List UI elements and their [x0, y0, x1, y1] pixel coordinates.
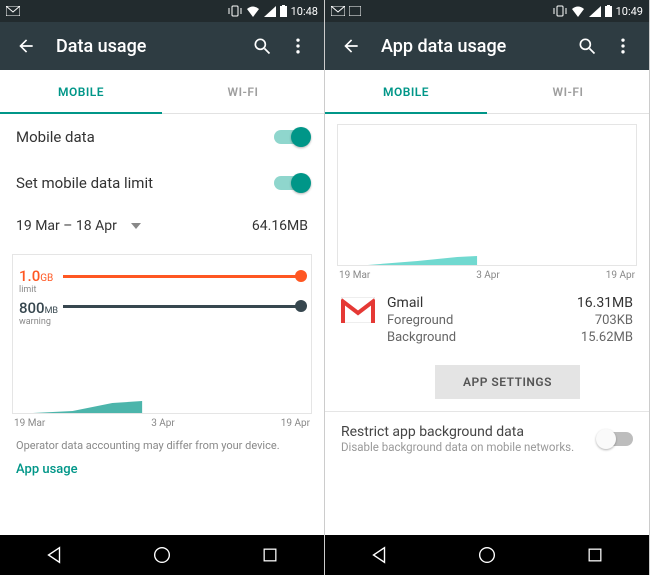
date-range-label: 19 Mar – 18 Apr	[16, 218, 117, 234]
chart-xaxis: 19 Mar3 Apr19 Apr	[14, 418, 310, 429]
footer-note: Operator data accounting may differ from…	[0, 429, 324, 456]
vibrate-icon	[553, 5, 567, 17]
page-title: App data usage	[381, 36, 569, 57]
app-usage-link[interactable]: App usage	[0, 456, 324, 491]
overflow-menu-button[interactable]	[280, 28, 316, 64]
set-limit-toggle[interactable]	[274, 176, 308, 190]
nav-back-button[interactable]	[359, 535, 399, 575]
set-limit-row[interactable]: Set mobile data limit	[0, 160, 324, 206]
back-button[interactable]	[8, 28, 44, 64]
nav-recents-button[interactable]	[250, 535, 290, 575]
restrict-row[interactable]: Restrict app background data Disable bac…	[325, 411, 649, 466]
chart-area	[338, 243, 636, 265]
tabs: MOBILE WI-FI	[325, 70, 649, 114]
cell-signal-icon	[264, 6, 276, 17]
overflow-menu-button[interactable]	[605, 28, 641, 64]
nav-home-button[interactable]	[467, 535, 507, 575]
limit-slider[interactable]	[63, 275, 301, 278]
warning-slider[interactable]	[63, 305, 301, 308]
content: 19 Mar3 Apr19 Apr Gmail 16.31MB Foregroun…	[325, 114, 649, 535]
app-name: Gmail	[387, 295, 423, 311]
tab-mobile[interactable]: MOBILE	[0, 70, 162, 113]
back-button[interactable]	[333, 28, 369, 64]
gmail-icon	[341, 297, 375, 323]
phone-left: 10:48 Data usage MOBILE WI-FI Mobile dat…	[0, 0, 325, 575]
tab-wifi[interactable]: WI-FI	[162, 70, 324, 113]
page-title: Data usage	[56, 36, 244, 57]
usage-chart: 1.0GB limit 800MB warning	[12, 254, 312, 414]
fg-label: Foreground	[387, 313, 453, 328]
battery-icon	[605, 5, 612, 17]
date-range-row[interactable]: 19 Mar – 18 Apr 64.16MB	[0, 206, 324, 246]
app-total: 16.31MB	[577, 295, 633, 311]
wifi-icon	[246, 6, 260, 17]
nav-recents-button[interactable]	[575, 535, 615, 575]
chart-xaxis: 19 Mar3 Apr19 Apr	[339, 270, 635, 281]
chart-area	[13, 391, 311, 413]
nav-home-button[interactable]	[142, 535, 182, 575]
tabs: MOBILE WI-FI	[0, 70, 324, 114]
total-usage-value: 64.16MB	[252, 218, 308, 234]
app-row: Gmail 16.31MB Foreground 703KB Background 1…	[325, 281, 649, 355]
mobile-data-label: Mobile data	[16, 128, 95, 146]
gmail-notif-icon	[331, 6, 345, 16]
bg-value: 15.62MB	[581, 330, 633, 345]
nav-back-button[interactable]	[34, 535, 74, 575]
status-bar: 10:49	[325, 0, 649, 22]
screenshot-notif-icon	[349, 6, 361, 16]
app-bar: App data usage	[325, 22, 649, 70]
vibrate-icon	[228, 5, 242, 17]
chevron-down-icon	[131, 223, 141, 229]
nav-bar	[0, 535, 324, 575]
status-time: 10:49	[616, 5, 643, 18]
fg-value: 703KB	[595, 313, 633, 328]
restrict-toggle[interactable]	[599, 432, 633, 446]
restrict-title: Restrict app background data	[341, 424, 574, 440]
usage-chart	[337, 124, 637, 266]
wifi-icon	[571, 6, 585, 17]
set-limit-label: Set mobile data limit	[16, 174, 153, 192]
content: Mobile data Set mobile data limit 19 Mar…	[0, 114, 324, 535]
nav-bar	[325, 535, 649, 575]
tab-mobile[interactable]: MOBILE	[325, 70, 487, 113]
battery-icon	[280, 5, 287, 17]
cell-signal-icon	[589, 6, 601, 17]
gmail-notif-icon	[6, 6, 20, 16]
app-bar: Data usage	[0, 22, 324, 70]
search-button[interactable]	[244, 28, 280, 64]
status-bar: 10:48	[0, 0, 324, 22]
tab-wifi[interactable]: WI-FI	[487, 70, 649, 113]
status-time: 10:48	[291, 5, 318, 18]
bg-label: Background	[387, 330, 456, 345]
warning-label: 800MB warning	[19, 299, 58, 327]
mobile-data-toggle[interactable]	[274, 130, 308, 144]
mobile-data-row[interactable]: Mobile data	[0, 114, 324, 160]
limit-label: 1.0GB limit	[19, 267, 53, 295]
restrict-subtitle: Disable background data on mobile networ…	[341, 440, 574, 454]
phone-right: 10:49 App data usage MOBILE WI-FI 19 Mar…	[325, 0, 650, 575]
app-settings-button[interactable]: APP SETTINGS	[435, 365, 580, 399]
search-button[interactable]	[569, 28, 605, 64]
